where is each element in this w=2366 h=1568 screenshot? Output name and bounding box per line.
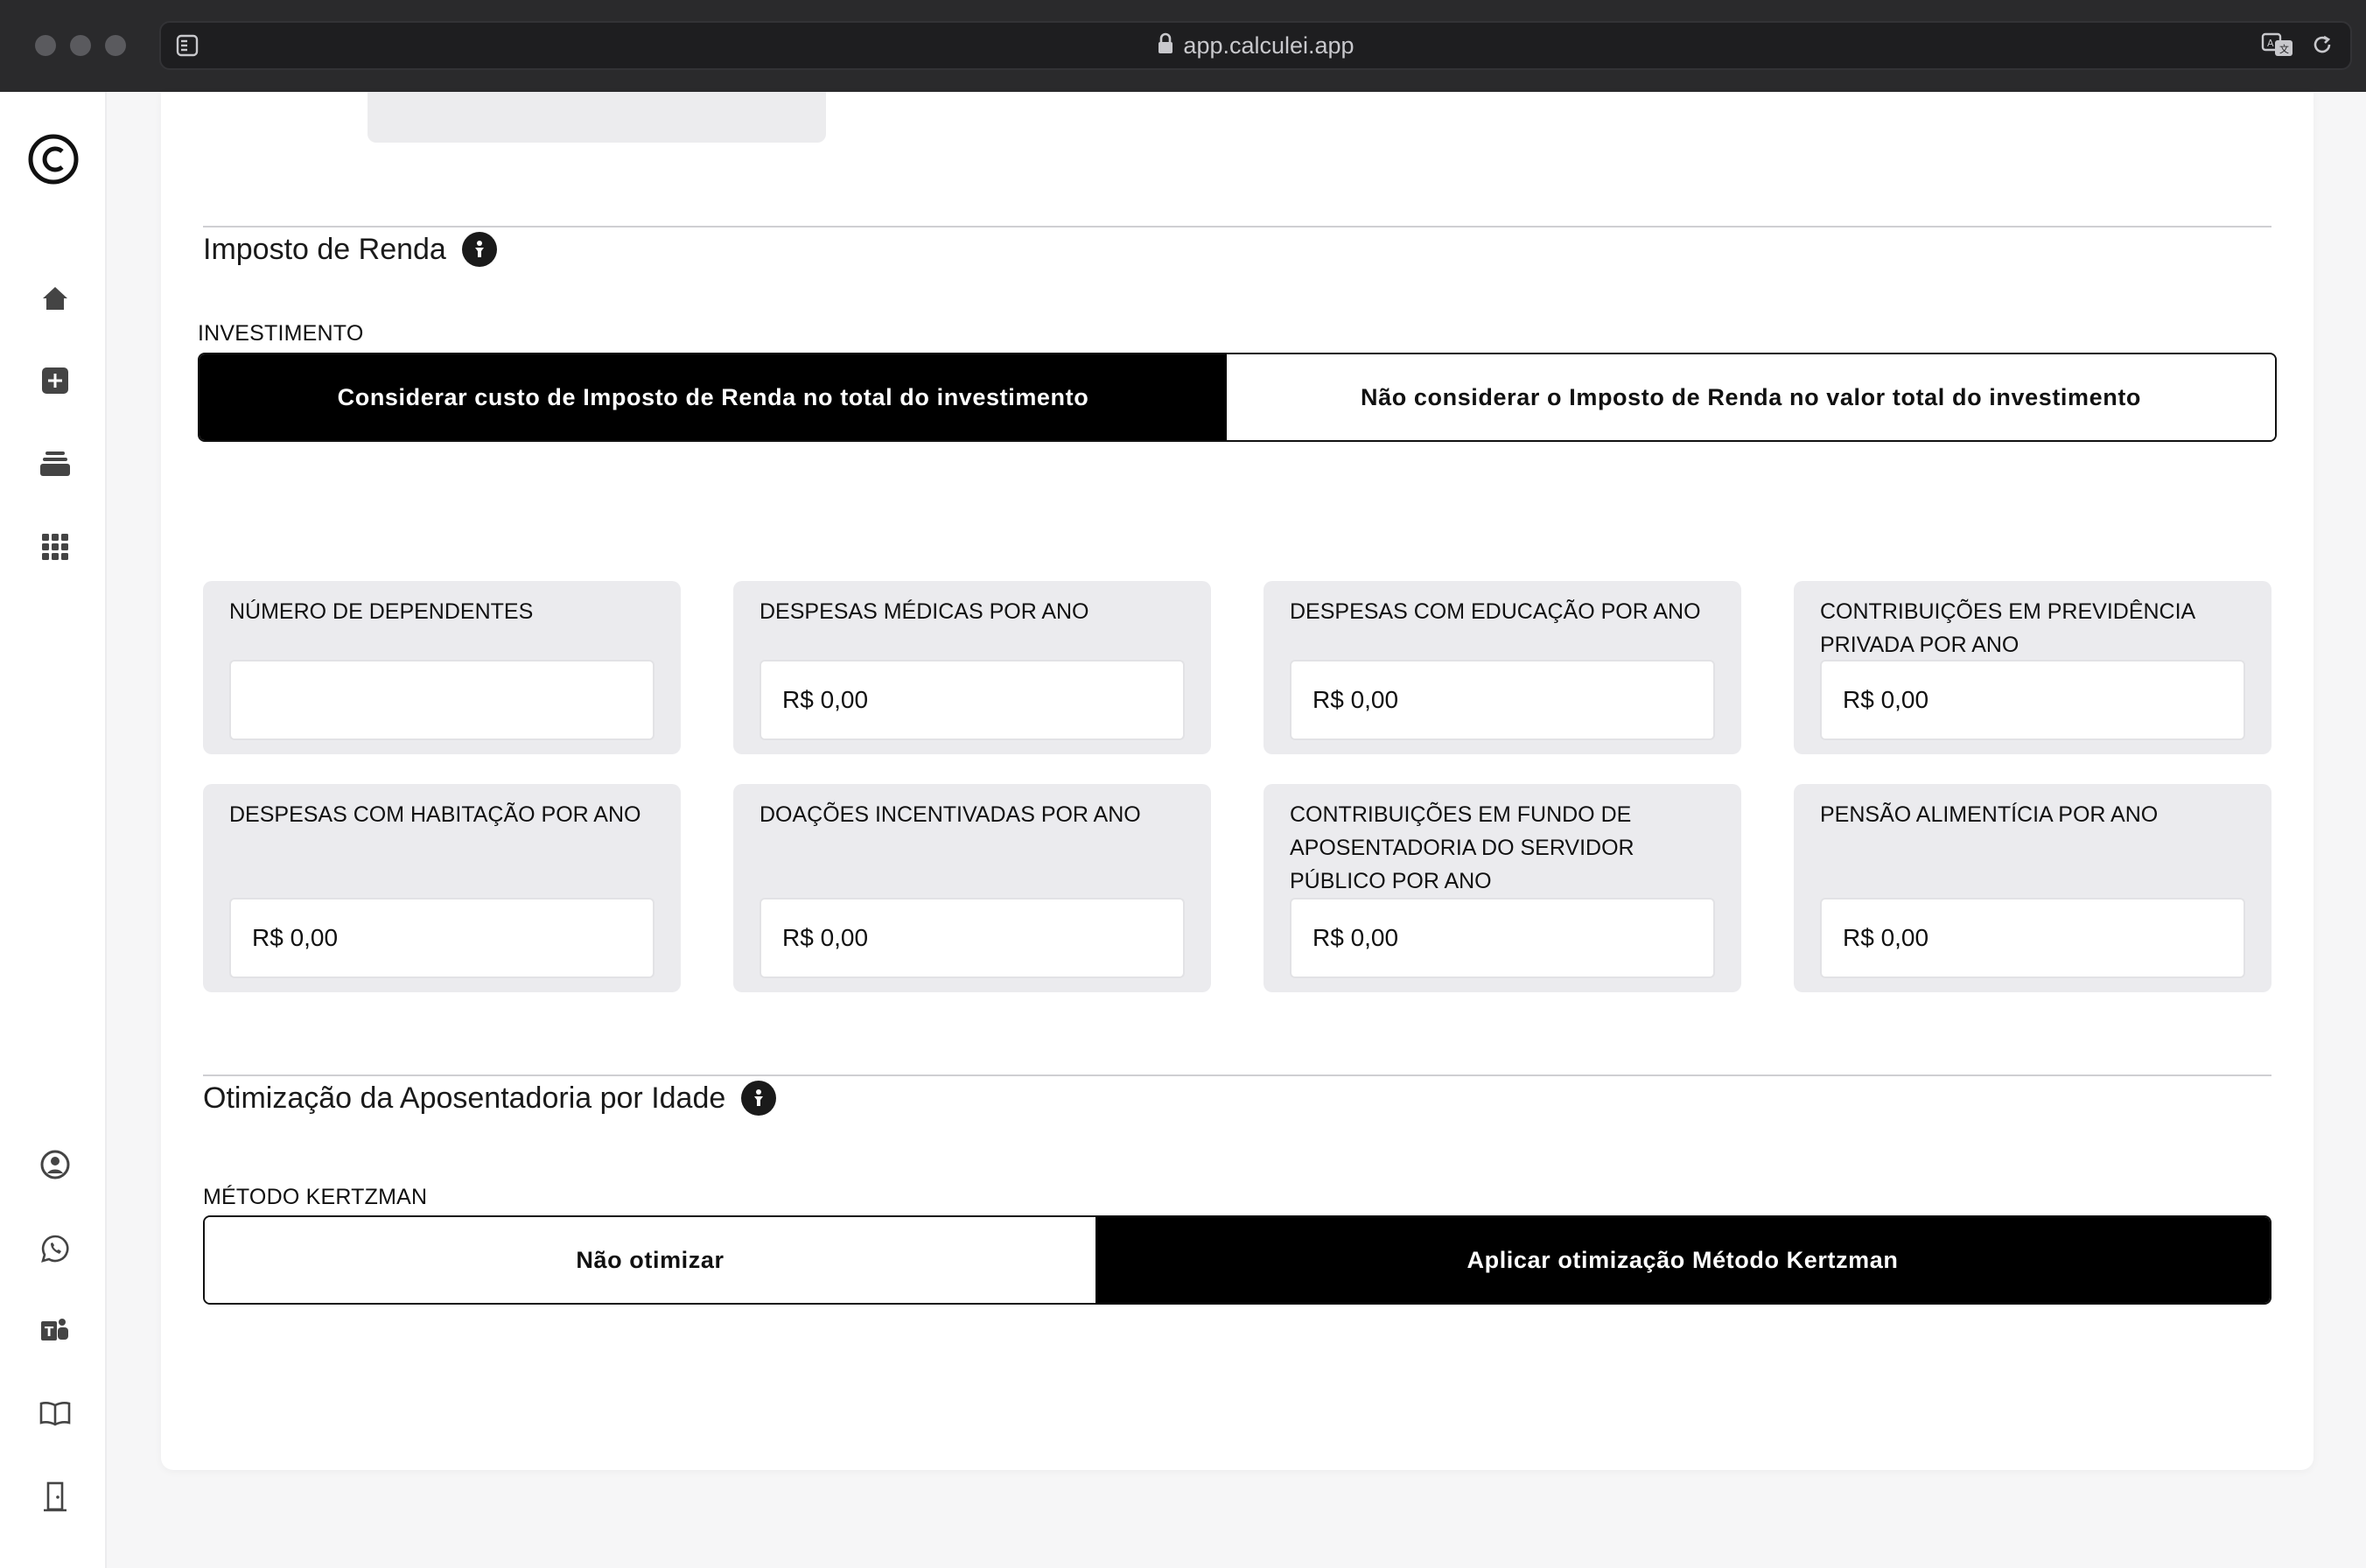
- field-despesas-educacao: DESPESAS COM EDUCAÇÃO POR ANO R$ 0,00: [1264, 581, 1741, 754]
- previdencia-privada-input[interactable]: R$ 0,00: [1820, 660, 2245, 740]
- address-bar[interactable]: app.calculei.app A文: [159, 21, 2352, 70]
- considerar-ir-option[interactable]: Considerar custo de Imposto de Renda no …: [200, 354, 1227, 440]
- field-label: DESPESAS COM EDUCAÇÃO POR ANO: [1290, 599, 1701, 624]
- field-label: CONTRIBUIÇÕES EM PREVIDÊNCIA PRIVADA POR…: [1820, 599, 2194, 657]
- metodo-kertzman-label: MÉTODO KERTZMAN: [203, 1185, 428, 1209]
- browser-chrome: app.calculei.app A文: [0, 0, 2366, 92]
- imposto-section-title: Imposto de Renda: [203, 232, 497, 267]
- imposto-title-text: Imposto de Renda: [203, 232, 446, 266]
- investimento-toggle: Considerar custo de Imposto de Renda no …: [198, 353, 2277, 442]
- plus-square-icon[interactable]: [38, 363, 73, 398]
- aplicar-kertzman-option[interactable]: Aplicar otimização Método Kertzman: [1096, 1217, 2270, 1303]
- lock-icon: [1157, 32, 1174, 60]
- field-doacoes-incentivadas: DOAÇÕES INCENTIVADAS POR ANO R$ 0,00: [733, 784, 1211, 992]
- field-label: DOAÇÕES INCENTIVADAS POR ANO: [760, 802, 1141, 827]
- info-icon[interactable]: [461, 232, 497, 267]
- nao-considerar-ir-option[interactable]: Não considerar o Imposto de Renda no val…: [1227, 354, 2275, 440]
- nao-otimizar-option[interactable]: Não otimizar: [205, 1217, 1096, 1303]
- translate-icon[interactable]: A文: [2261, 32, 2294, 62]
- svg-text:文: 文: [2279, 43, 2289, 55]
- section-divider: [203, 1074, 2272, 1076]
- field-despesas-medicas: DESPESAS MÉDICAS POR ANO R$ 0,00: [733, 581, 1211, 754]
- info-icon[interactable]: [741, 1081, 777, 1116]
- fundo-servidor-publico-input[interactable]: R$ 0,00: [1290, 898, 1715, 978]
- close-window-button[interactable]: [35, 35, 56, 56]
- section-divider: [203, 226, 2272, 228]
- field-label: DESPESAS COM HABITAÇÃO POR ANO: [229, 802, 641, 827]
- investimento-label: INVESTIMENTO: [198, 321, 364, 346]
- field-pensao-alimenticia: PENSÃO ALIMENTÍCIA POR ANO R$ 0,00: [1794, 784, 2272, 992]
- main-card: Imposto de Renda INVESTIMENTO Considerar…: [161, 92, 2314, 1470]
- grid-icon[interactable]: [38, 529, 73, 564]
- reload-icon[interactable]: [2310, 32, 2334, 61]
- field-previdencia-privada: CONTRIBUIÇÕES EM PREVIDÊNCIA PRIVADA POR…: [1794, 581, 2272, 754]
- doacoes-incentivadas-input[interactable]: R$ 0,00: [760, 898, 1185, 978]
- book-icon[interactable]: [38, 1396, 73, 1431]
- field-despesas-habitacao: DESPESAS COM HABITAÇÃO POR ANO R$ 0,00: [203, 784, 681, 992]
- metodo-kertzman-toggle: Não otimizar Aplicar otimização Método K…: [203, 1215, 2272, 1305]
- field-numero-dependentes: NÚMERO DE DEPENDENTES: [203, 581, 681, 754]
- app-sidebar: T: [0, 92, 107, 1568]
- whatsapp-icon[interactable]: [38, 1231, 73, 1266]
- user-circle-icon[interactable]: [38, 1147, 73, 1182]
- calculei-logo-icon[interactable]: [26, 132, 80, 186]
- maximize-window-button[interactable]: [105, 35, 126, 56]
- despesas-habitacao-input[interactable]: R$ 0,00: [229, 898, 654, 978]
- pensao-alimenticia-input[interactable]: R$ 0,00: [1820, 898, 2245, 978]
- despesas-educacao-input[interactable]: R$ 0,00: [1290, 660, 1715, 740]
- field-label: DESPESAS MÉDICAS POR ANO: [760, 599, 1089, 624]
- svg-text:A: A: [2267, 38, 2274, 49]
- field-label: CONTRIBUIÇÕES EM FUNDO DE APOSENTADORIA …: [1290, 802, 1634, 893]
- layers-icon[interactable]: [38, 446, 73, 481]
- placeholder-block: [368, 92, 826, 143]
- numero-dependentes-input[interactable]: [229, 660, 654, 740]
- home-icon[interactable]: [38, 281, 73, 316]
- field-label: NÚMERO DE DEPENDENTES: [229, 599, 534, 624]
- minimize-window-button[interactable]: [70, 35, 91, 56]
- svg-text:T: T: [45, 1324, 54, 1340]
- otimizacao-title-text: Otimização da Aposentadoria por Idade: [203, 1081, 726, 1115]
- otimizacao-section-title: Otimização da Aposentadoria por Idade: [203, 1081, 777, 1116]
- door-exit-icon[interactable]: [38, 1480, 73, 1515]
- despesas-medicas-input[interactable]: R$ 0,00: [760, 660, 1185, 740]
- teams-icon[interactable]: T: [38, 1313, 73, 1348]
- field-fundo-servidor-publico: CONTRIBUIÇÕES EM FUNDO DE APOSENTADORIA …: [1264, 784, 1741, 992]
- field-label: PENSÃO ALIMENTÍCIA POR ANO: [1820, 802, 2159, 827]
- url-text: app.calculei.app: [1183, 32, 1354, 59]
